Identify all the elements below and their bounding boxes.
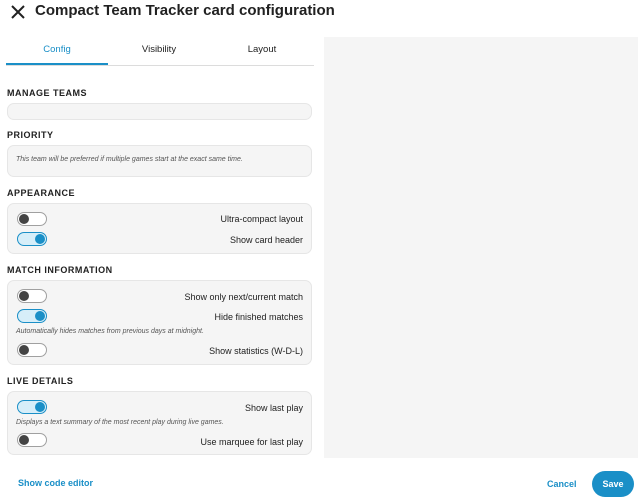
- label-show-last-play: Show last play: [244, 403, 303, 413]
- label-show-only-next-match: Show only next/current match: [184, 292, 303, 302]
- label-marquee-last-play: Use marquee for last play: [200, 437, 303, 447]
- dialog-title: Compact Team Tracker card configuration: [35, 2, 335, 19]
- label-show-statistics: Show statistics (W-D-L): [209, 346, 303, 356]
- priority-helper-text: This team will be preferred if multiple …: [16, 156, 243, 163]
- hide-finished-helper-text: Automatically hides matches from previou…: [16, 328, 204, 335]
- priority-panel[interactable]: This team will be preferred if multiple …: [7, 145, 312, 177]
- cancel-button[interactable]: Cancel: [547, 479, 577, 489]
- tab-visibility[interactable]: Visibility: [108, 38, 210, 65]
- section-title-manage-teams: MANAGE TEAMS: [7, 88, 87, 98]
- match-information-panel: Show only next/current match Hide finish…: [7, 280, 312, 365]
- section-title-priority: PRIORITY: [7, 130, 54, 140]
- toggle-ultra-compact-layout[interactable]: [17, 212, 47, 226]
- live-details-panel: Show last play Displays a text summary o…: [7, 391, 312, 455]
- label-hide-finished-matches: Hide finished matches: [214, 312, 303, 322]
- save-button[interactable]: Save: [592, 471, 634, 497]
- tab-bar: Config Visibility Layout: [6, 38, 314, 66]
- toggle-show-last-play[interactable]: [17, 400, 47, 414]
- show-code-editor-button[interactable]: Show code editor: [18, 478, 93, 488]
- card-preview-panel: [324, 37, 638, 458]
- manage-teams-panel[interactable]: [7, 103, 312, 120]
- last-play-helper-text: Displays a text summary of the most rece…: [16, 419, 224, 426]
- toggle-marquee-last-play[interactable]: [17, 433, 47, 447]
- dialog-header: Compact Team Tracker card configuration: [0, 0, 643, 24]
- section-title-live-details: LIVE DETAILS: [7, 376, 74, 386]
- section-title-match-information: MATCH INFORMATION: [7, 265, 113, 275]
- appearance-panel: Ultra-compact layout Show card header: [7, 203, 312, 254]
- active-tab-indicator: [6, 63, 108, 65]
- toggle-hide-finished-matches[interactable]: [17, 309, 47, 323]
- tab-layout[interactable]: Layout: [210, 38, 314, 65]
- toggle-show-card-header[interactable]: [17, 232, 47, 246]
- section-title-appearance: APPEARANCE: [7, 188, 76, 198]
- label-ultra-compact-layout: Ultra-compact layout: [220, 214, 303, 224]
- toggle-show-only-next-match[interactable]: [17, 289, 47, 303]
- close-icon: [11, 5, 25, 19]
- label-show-card-header: Show card header: [229, 235, 303, 245]
- toggle-show-statistics[interactable]: [17, 343, 47, 357]
- tab-config[interactable]: Config: [6, 38, 108, 65]
- close-button[interactable]: [8, 2, 28, 22]
